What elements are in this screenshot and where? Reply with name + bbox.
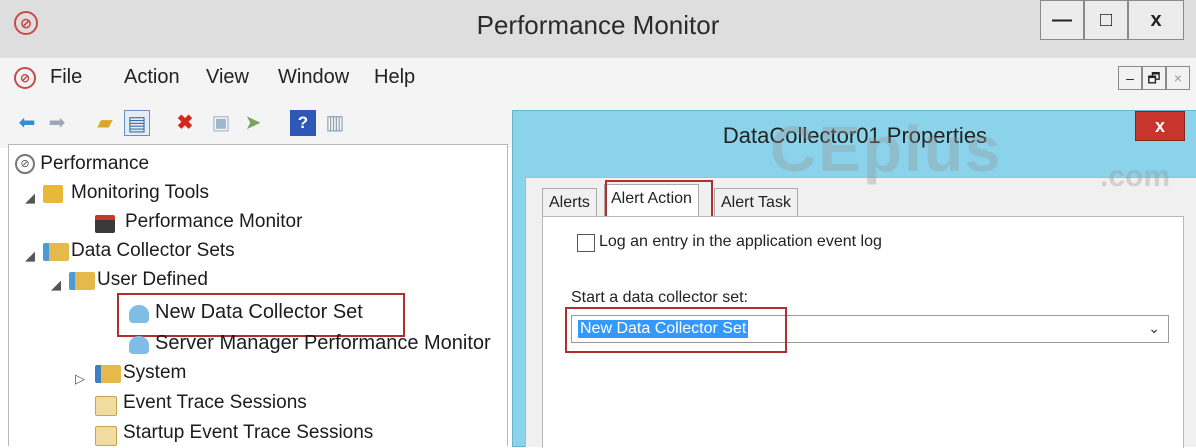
tree-item-server-manager-performance-monitor[interactable]: Server Manager Performance Monitor: [155, 332, 491, 355]
window-title-bar[interactable]: ⊘ Performance Monitor — □ x: [0, 0, 1196, 59]
system-menu-icon[interactable]: ⊘: [14, 67, 36, 89]
tree-item-performance-monitor[interactable]: Performance Monitor: [125, 211, 302, 233]
start-collector-set-label: Start a data collector set:: [571, 289, 748, 306]
menu-action[interactable]: Action: [124, 66, 180, 89]
log-event-checkbox[interactable]: [577, 234, 595, 252]
event-trace-icon: [95, 426, 117, 446]
show-hide-action-pane-icon[interactable]: ▥: [322, 110, 348, 136]
tree-item-data-collector-sets[interactable]: Data Collector Sets: [71, 240, 235, 262]
expander-monitoring-tools[interactable]: ◢: [25, 190, 35, 206]
help-icon[interactable]: ?: [290, 110, 316, 136]
mdi-restore-button[interactable]: 🗗: [1142, 66, 1166, 90]
up-folder-icon[interactable]: ▰: [92, 110, 118, 136]
data-collector-set-icon: [129, 305, 149, 323]
event-trace-icon: [95, 396, 117, 416]
expander-user-defined[interactable]: ◢: [51, 277, 61, 293]
menu-file[interactable]: File: [50, 66, 82, 89]
tree-item-startup-event-trace-sessions[interactable]: Startup Event Trace Sessions: [123, 422, 373, 444]
tree-item-user-defined[interactable]: User Defined: [97, 269, 208, 291]
menu-window[interactable]: Window: [278, 66, 349, 89]
window-title: Performance Monitor: [476, 10, 720, 40]
minimize-button[interactable]: —: [1040, 0, 1084, 40]
menu-help[interactable]: Help: [374, 66, 415, 89]
tree-item-performance[interactable]: ⊘ Performance: [15, 153, 149, 175]
tab-highlight-box: [605, 180, 713, 220]
dialog-body: Alerts Alert Action Alert Task Log an en…: [525, 177, 1196, 448]
performance-icon: ⊘: [15, 153, 35, 174]
tree-item-new-data-collector-set[interactable]: New Data Collector Set: [155, 301, 363, 324]
export-list-icon[interactable]: ➤: [240, 110, 266, 136]
delete-icon[interactable]: ✖: [172, 110, 198, 136]
dialog-close-button[interactable]: x: [1135, 111, 1185, 141]
tree-item-system[interactable]: System: [123, 362, 186, 384]
maximize-button[interactable]: □: [1084, 0, 1128, 40]
tree-item-monitoring-tools[interactable]: Monitoring Tools: [71, 182, 209, 204]
close-button[interactable]: x: [1128, 0, 1184, 40]
data-collector-sets-icon: [43, 243, 69, 261]
tab-alert-task[interactable]: Alert Task: [714, 188, 798, 216]
expander-system[interactable]: ▷: [75, 371, 85, 387]
system-icon: [95, 365, 121, 383]
performance-monitor-chart-icon: [95, 215, 115, 233]
expander-data-collector-sets[interactable]: ◢: [25, 248, 35, 264]
watermark-logo: CEplus: [770, 113, 1003, 185]
mdi-close-button[interactable]: ×: [1166, 66, 1190, 90]
watermark-suffix: .com: [1100, 160, 1171, 193]
select-highlight-box: [565, 307, 787, 353]
alert-action-panel: Log an entry in the application event lo…: [542, 216, 1184, 448]
data-collector-set-icon: [129, 336, 149, 354]
tab-alerts[interactable]: Alerts: [542, 188, 597, 216]
chevron-down-icon[interactable]: ⌄: [1148, 320, 1160, 337]
back-arrow-icon[interactable]: ⬅: [14, 110, 40, 136]
properties-icon[interactable]: ▣: [208, 110, 234, 136]
console-tree: ⊘ Performance ◢ Monitoring Tools Perform…: [8, 144, 508, 446]
show-hide-tree-icon[interactable]: ▤: [124, 110, 150, 136]
user-defined-icon: [69, 272, 95, 290]
menu-view[interactable]: View: [206, 66, 249, 89]
menu-bar: ⊘ File Action View Window Help – 🗗 ×: [0, 58, 1196, 99]
log-event-label: Log an entry in the application event lo…: [599, 233, 882, 250]
forward-arrow-icon[interactable]: ➡: [44, 110, 70, 136]
mdi-minimize-button[interactable]: –: [1118, 66, 1142, 90]
monitoring-tools-icon: [43, 185, 63, 203]
tree-item-event-trace-sessions[interactable]: Event Trace Sessions: [123, 392, 307, 414]
